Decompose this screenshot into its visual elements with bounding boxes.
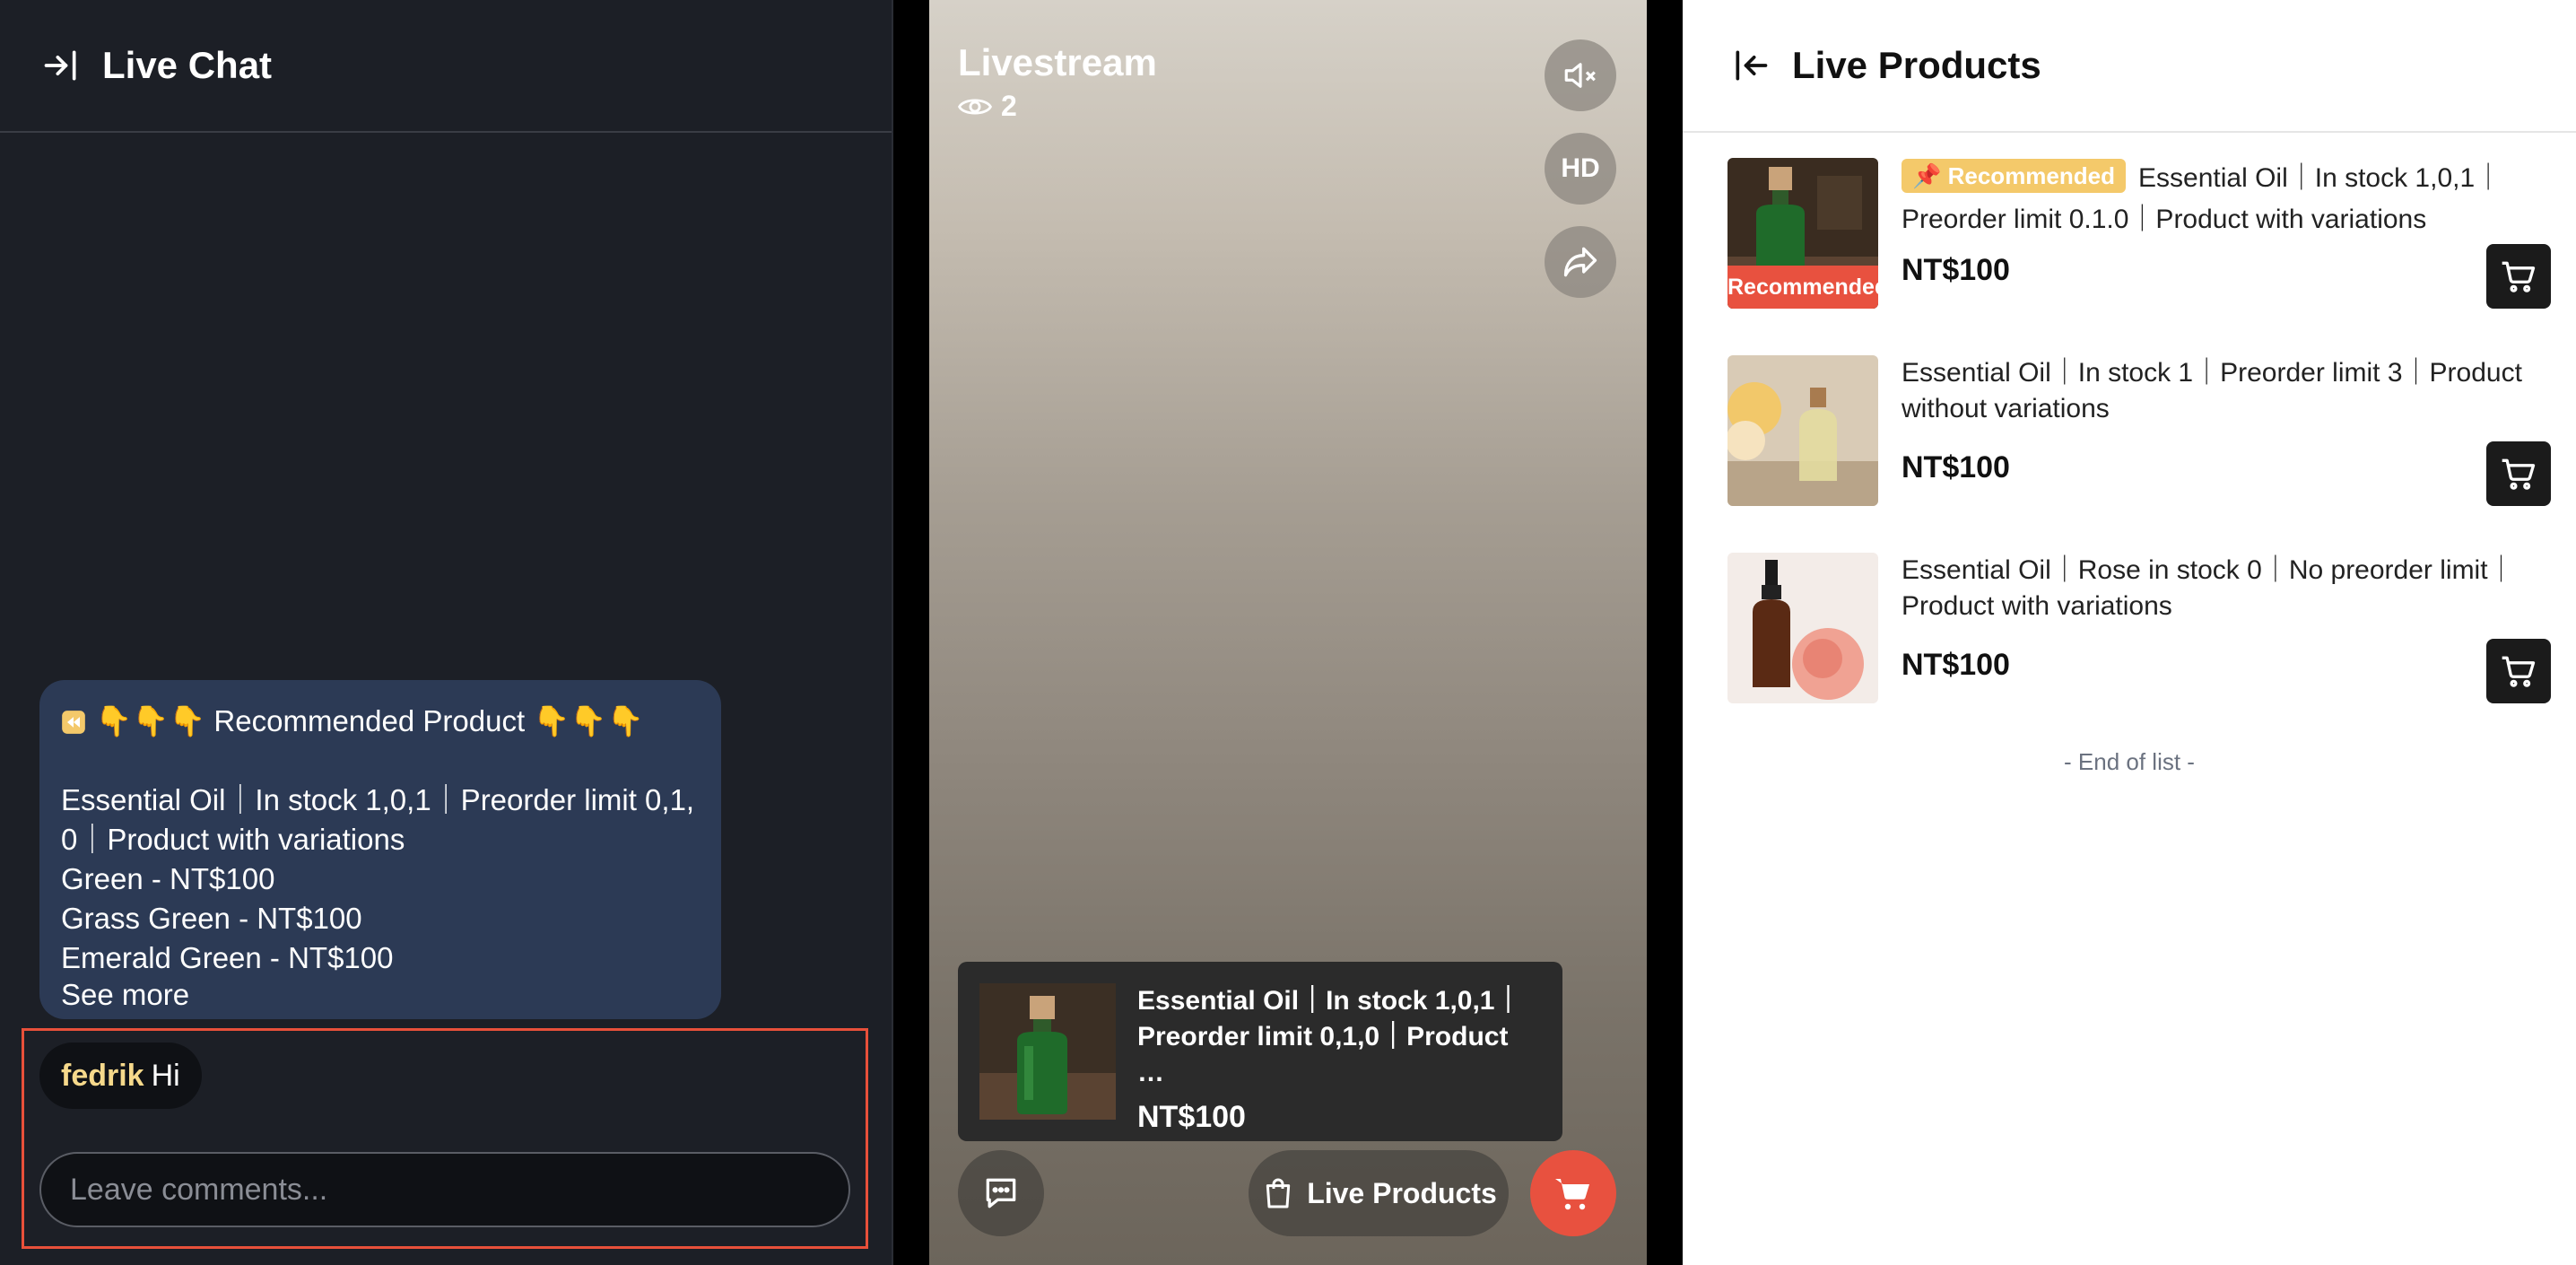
recommended-badge: 📌 Recommended [1902,159,2126,193]
collapse-panel-icon[interactable] [39,44,83,87]
live-products-button[interactable]: Live Products [1249,1150,1509,1236]
viewer-count: 2 [958,90,1017,123]
see-more-link[interactable]: See more [61,978,700,1012]
product-thumbnail [979,983,1116,1120]
product-thumbnail [1727,553,1878,703]
hd-button[interactable]: HD [1545,133,1616,205]
pin-icon: 📌 [1912,162,1942,189]
popup-product-price: NT$100 [1137,1100,1246,1134]
variant-line: Grass Green - NT$100 [61,902,362,935]
end-of-list-text: - End of list - [2064,748,2195,775]
product-desc: Essential Oil｜In stock 1｜Preorder limit … [1902,358,2522,423]
speaker-muted-icon [1564,63,1596,88]
chat-toggle-button[interactable] [958,1150,1044,1236]
popup-product-desc: Essential Oil｜In stock 1,0,1｜Preorder li… [1137,986,1522,1087]
mute-button[interactable] [1545,39,1616,111]
eye-icon [958,98,992,115]
stream-title: Livestream [958,41,1157,83]
cart-button[interactable] [1530,1150,1616,1236]
featured-product-popup[interactable]: Essential Oil｜In stock 1,0,1｜Preorder li… [958,962,1562,1141]
products-header: Live Products [1683,0,2576,133]
product-desc: Essential Oil｜Rose in stock 0｜No preorde… [1902,555,2515,621]
product-thumbnail [1727,355,1878,506]
shopping-bag-icon [1266,1178,1291,1208]
add-to-cart-button[interactable] [2486,639,2551,703]
products-title: Live Products [1792,44,2041,86]
livestream-panel: Livestream 2 HD Essential Oil｜In stock 1… [929,0,1647,1265]
cart-icon [1555,1179,1589,1210]
product-item[interactable]: Essential Oil｜Rose in stock 0｜No preorde… [1727,553,2551,732]
message-heading: 👇👇👇 Recommended Product 👇👇👇 [61,702,700,741]
product-item[interactable]: Recommended Product 📌 RecommendedEssenti… [1727,158,2551,337]
product-desc: 📌 Recommended Essential Oil｜In stock 1,0,… [1902,158,2547,240]
message-line-1: Essential Oil｜In stock 1,0,1｜Preorder li… [61,783,695,816]
product-price: NT$100 [1902,648,2010,682]
add-to-cart-button[interactable] [2486,441,2551,506]
chat-username: fedrik [61,1058,144,1093]
live-chat-panel: Live Chat 👇👇👇 Recommended Product 👇👇👇 Es… [0,0,893,1265]
cart-icon [2502,458,2536,490]
rewind-icon [62,711,85,734]
product-thumbnail: Recommended Product [1727,158,1878,309]
recommended-product-message: 👇👇👇 Recommended Product 👇👇👇 Essential Oi… [39,680,721,1019]
recommended-product-label: Recommended Product [1727,266,1878,309]
variant-line: Green - NT$100 [61,862,275,895]
chat-title: Live Chat [102,44,273,86]
product-price: NT$100 [1902,450,2010,484]
chat-bubble-icon [986,1178,1016,1208]
share-button[interactable] [1545,226,1616,298]
cart-icon [2502,261,2536,292]
comment-input[interactable] [39,1152,850,1227]
product-price: NT$100 [1902,253,2010,287]
chat-header: Live Chat [0,0,892,133]
back-panel-icon[interactable] [1729,44,1772,87]
message-line-2: 0｜Product with variations [61,823,405,856]
live-products-panel: Live Products Recommended Product 📌 Reco… [1683,0,2576,1265]
variant-line: Emerald Green - NT$100 [61,941,394,974]
product-item[interactable]: Essential Oil｜In stock 1｜Preorder limit … [1727,355,2551,535]
hd-label: HD [1561,153,1600,183]
share-arrow-icon [1563,247,1597,277]
cart-icon [2502,656,2536,687]
user-chat-message: fedrik Hi [39,1043,202,1109]
chat-message-text: Hi [151,1058,180,1093]
add-to-cart-button[interactable] [2486,244,2551,309]
